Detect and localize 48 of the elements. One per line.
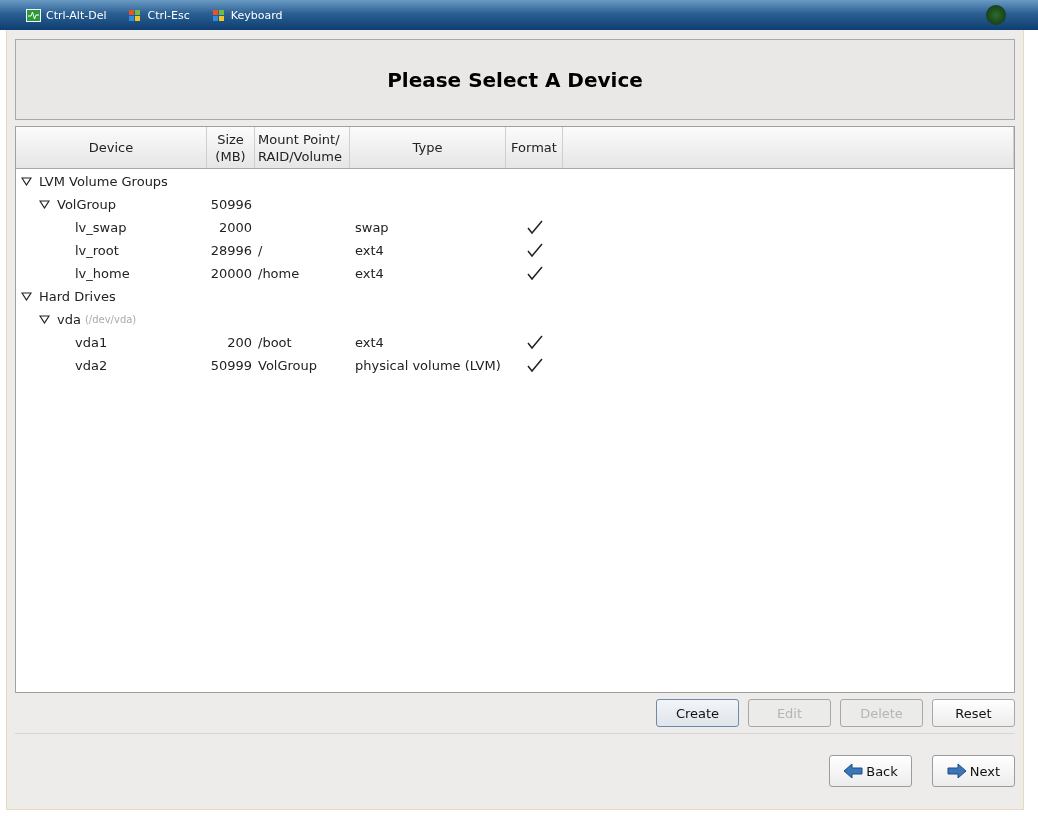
mount-point: /home [258, 266, 300, 281]
window-logo-icon [211, 8, 226, 22]
size-value: 20000 [210, 266, 252, 281]
back-button[interactable]: Back [829, 755, 912, 787]
taskbar-button[interactable]: Keyboard [211, 8, 283, 22]
device-name[interactable]: vda [57, 312, 81, 327]
page-title: Please Select A Device [387, 67, 643, 92]
activity-monitor-icon [26, 8, 41, 22]
action-button[interactable]: Create [656, 699, 739, 727]
device-name[interactable]: vda1 [75, 335, 108, 350]
column-header[interactable]: Size (MB) [207, 127, 255, 168]
mount-point: /boot [258, 335, 292, 350]
filesystem-type: physical volume (LVM) [355, 358, 501, 373]
device-name[interactable]: VolGroup [57, 197, 117, 212]
column-header[interactable]: Format [506, 127, 563, 168]
status-light [986, 5, 1006, 25]
expanded-triangle-icon[interactable] [21, 177, 32, 186]
action-button[interactable]: Reset [932, 699, 1015, 727]
device-name[interactable]: lv_swap [75, 220, 127, 235]
next-button[interactable]: Next [932, 755, 1015, 787]
size-value: 200 [227, 335, 252, 350]
device-name[interactable]: lv_root [75, 243, 119, 258]
taskbar-button[interactable]: Ctrl-Alt-Del [26, 8, 107, 22]
filesystem-type: ext4 [355, 335, 384, 350]
column-header[interactable]: Device [16, 127, 207, 168]
size-value: 50996 [210, 197, 252, 212]
column-header[interactable]: Mount Point/ RAID/Volume [255, 127, 350, 168]
right-arrow-icon [946, 763, 967, 779]
filesystem-type: swap [355, 220, 389, 235]
size-value: 28996 [210, 243, 252, 258]
device-path: (/dev/vda) [84, 314, 137, 325]
device-name[interactable]: LVM Volume Groups [39, 174, 168, 189]
expanded-triangle-icon[interactable] [39, 200, 50, 209]
left-arrow-icon [843, 763, 864, 779]
window-logo-icon [128, 8, 143, 22]
size-value: 50999 [210, 358, 252, 373]
column-header[interactable]: Type [350, 127, 506, 168]
device-name[interactable]: vda2 [75, 358, 108, 373]
device-name[interactable]: lv_home [75, 266, 130, 281]
expanded-triangle-icon[interactable] [21, 292, 32, 301]
mount-point: / [258, 243, 263, 258]
device-name[interactable]: Hard Drives [39, 289, 116, 304]
size-value: 2000 [218, 220, 252, 235]
taskbar-button[interactable]: Ctrl-Esc [128, 8, 190, 22]
filesystem-type: ext4 [355, 243, 384, 258]
mount-point: VolGroup [258, 358, 318, 373]
filesystem-type: ext4 [355, 266, 384, 281]
expanded-triangle-icon[interactable] [39, 315, 50, 324]
